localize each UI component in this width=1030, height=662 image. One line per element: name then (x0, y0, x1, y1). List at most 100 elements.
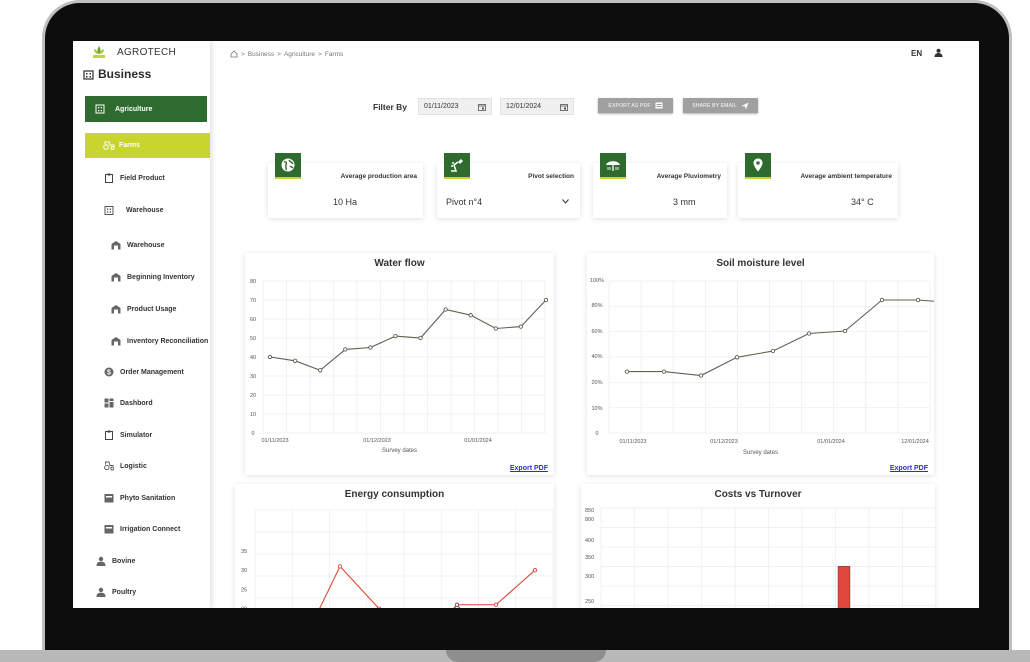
sidebar-item-label: Simulator (120, 431, 153, 439)
water-flow-point (443, 307, 448, 312)
x-tick-label: 01/11/2023 (261, 438, 288, 444)
end-date-value: 12/01/2024 (506, 103, 542, 110)
user-icon[interactable] (934, 48, 943, 57)
sidebar-item-label: Farms (119, 142, 141, 149)
y-tick-label: 10 (250, 412, 256, 418)
export-pdf-button[interactable]: EXPORT AS PDF (598, 98, 673, 113)
start-date-value: 01/11/2023 (424, 103, 459, 110)
sidebar-item-beginning-inventory[interactable]: Beginning Inventory (111, 272, 195, 282)
sidebar-item-phyto-sanitation[interactable]: Phyto Sanitation (104, 493, 175, 503)
energy-series-2-point (454, 602, 460, 607)
kpi-card-production-area: Average production area 10 Ha (268, 153, 423, 218)
sidebar-item-warehouse[interactable]: Warehouse (104, 205, 163, 215)
chevron-down-icon[interactable] (562, 199, 569, 204)
sidebar-item-field-product[interactable]: Field Product (104, 173, 165, 183)
water-flow-point (267, 354, 273, 360)
water-flow-point (292, 358, 298, 363)
sidebar-item-inventory-reconciliation[interactable]: Inventory Reconciliation (111, 336, 208, 346)
share-email-button[interactable]: SHARE BY EMAIL (683, 98, 758, 113)
sidebar-item-agriculture[interactable]: Agriculture (85, 96, 207, 122)
end-date-input[interactable]: 12/01/2024 (500, 98, 574, 115)
soil-moisture-point (624, 369, 630, 374)
sidebar-item-farms[interactable]: Farms (85, 133, 210, 158)
pdf-icon (655, 102, 663, 109)
sidebar-item-warehouse[interactable]: Warehouse (111, 240, 164, 250)
section-title-business[interactable]: Business (83, 67, 151, 81)
filter-label: Filter By (373, 102, 408, 112)
y-tick-label: 60% (591, 329, 602, 335)
grid-icon (104, 398, 114, 408)
chart-card-costs-vs-turnover: Costs vs Turnover 200250300350400800850 (581, 484, 935, 608)
sidebar-item-product-usage[interactable]: Product Usage (111, 304, 176, 314)
energy-series-1-point (493, 602, 499, 607)
export-pdf-label: EXPORT AS PDF (608, 102, 651, 109)
sidebar-item-logistic[interactable]: Logistic (104, 461, 147, 471)
sidebar-item-label: Field Product (120, 174, 165, 182)
breadcrumb-business[interactable]: Business (248, 51, 274, 58)
pivot-select-value[interactable]: Pivot n°4 (446, 197, 482, 207)
y-tick-label: 50 (250, 336, 256, 342)
y-tick-label: 30 (250, 374, 256, 380)
sidebar-item-bovine[interactable]: Bovine (96, 556, 135, 566)
clipboard-icon (105, 430, 113, 440)
agrotech-logo-icon (93, 46, 105, 58)
building-icon (95, 104, 105, 114)
export-pdf-link[interactable]: Export PDF (890, 465, 928, 472)
sidebar-item-label: Beginning Inventory (127, 273, 195, 281)
y-tick-label: 350 (585, 555, 594, 561)
export-pdf-link[interactable]: Export PDF (510, 465, 548, 472)
sidebar-item-poultry[interactable]: Poultry (96, 587, 136, 597)
breadcrumb-farms[interactable]: Farms (325, 51, 343, 58)
breadcrumb: > Business > Agriculture > Farms (230, 50, 343, 58)
soil-moisture-point (842, 328, 848, 334)
soil-moisture-point (770, 348, 776, 354)
y-tick-label: 0 (595, 431, 598, 437)
y-tick-label: 40% (591, 354, 602, 360)
box-icon (104, 525, 114, 534)
x-tick-label: 01/11/2023 (619, 439, 646, 445)
y-tick-label: 20% (591, 380, 602, 386)
breadcrumb-agriculture[interactable]: Agriculture (284, 51, 315, 58)
kpi-card-pluviometry: Average Pluviometry 3 mm (593, 153, 727, 218)
sidebar-item-dashbord[interactable]: Dashbord (104, 398, 153, 408)
home-icon[interactable] (230, 50, 238, 58)
sidebar-item-label: Warehouse (126, 206, 164, 214)
y-tick-label: 850 (585, 508, 594, 514)
soil-moisture-point (698, 373, 704, 378)
y-tick-label: 25 (241, 587, 247, 593)
language-selector[interactable]: EN (911, 49, 922, 58)
app-screen: AGROTECH Business Agriculture Farms Fiel… (73, 41, 979, 608)
calendar-icon[interactable] (478, 103, 486, 111)
sidebar-item-label: Warehouse (127, 241, 165, 249)
warehouse-icon (111, 241, 121, 250)
energy-consumption-chart: 101520253035 (241, 509, 554, 608)
y-tick-label: 800 (585, 517, 594, 523)
sidebar-item-label: Phyto Sanitation (120, 494, 176, 502)
sidebar-item-simulator[interactable]: Simulator (104, 430, 152, 440)
x-tick-label: 01/12/2023 (710, 439, 738, 445)
share-email-label: SHARE BY EMAIL (692, 102, 737, 109)
water-flow-point (393, 333, 398, 339)
brand[interactable]: AGROTECH (91, 45, 176, 59)
sidebar-item-irrigation-connect[interactable]: Irrigation Connect (104, 524, 180, 534)
kpi-card-pivot-selection[interactable]: Pivot selection Pivot n°4 (437, 153, 580, 218)
tractor-icon (104, 461, 114, 471)
water-flow-point (543, 297, 549, 303)
start-date-input[interactable]: 01/11/2023 (418, 98, 492, 115)
calendar-icon[interactable] (560, 103, 568, 111)
sidebar-item-order-management[interactable]: $ Order Management (104, 367, 184, 377)
warehouse-icon (111, 273, 121, 282)
building-icon (104, 206, 114, 215)
tractor-icon (103, 141, 115, 150)
sidebar-item-label: Order Management (120, 368, 184, 376)
y-tick-label: 250 (585, 599, 594, 605)
sidebar-item-label: Dashbord (120, 399, 153, 407)
dollar-icon: $ (104, 367, 114, 377)
water-flow-point (343, 347, 348, 352)
water-flow-point (368, 345, 373, 350)
x-axis-label: Survey dates (381, 448, 418, 454)
x-tick-label: 01/12/2023 (363, 438, 391, 444)
clipboard-icon (105, 173, 113, 183)
laptop-frame: AGROTECH Business Agriculture Farms Fiel… (0, 0, 1030, 662)
sidebar-item-label: Agriculture (115, 105, 153, 113)
